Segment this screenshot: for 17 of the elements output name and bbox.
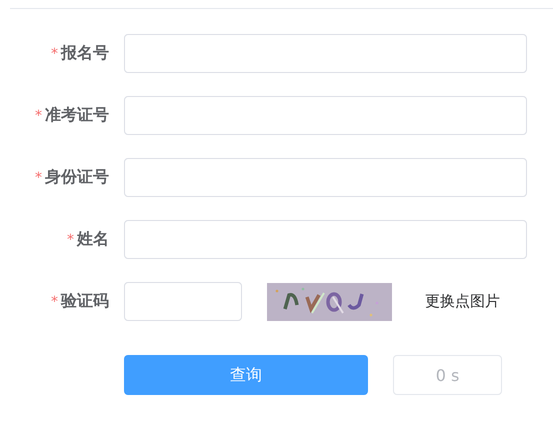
required-mark: *: [51, 294, 58, 310]
field-label: 验证码: [61, 291, 109, 312]
required-mark: *: [51, 46, 58, 62]
input-field[interactable]: [124, 96, 527, 135]
required-mark: *: [67, 232, 74, 248]
field-label: 姓名: [77, 229, 109, 250]
query-button[interactable]: 查询: [124, 355, 368, 395]
captcha-field[interactable]: [124, 282, 242, 321]
input-field[interactable]: [124, 220, 527, 259]
required-mark: *: [35, 108, 42, 124]
field-label: 报名号: [61, 43, 109, 64]
input-field[interactable]: [124, 158, 527, 197]
field-label: 准考证号: [45, 105, 109, 126]
refresh-captcha-link[interactable]: 更换点图片: [425, 292, 500, 311]
field-label: 身份证号: [45, 167, 109, 188]
input-field[interactable]: [124, 34, 527, 73]
required-mark: *: [35, 170, 42, 186]
